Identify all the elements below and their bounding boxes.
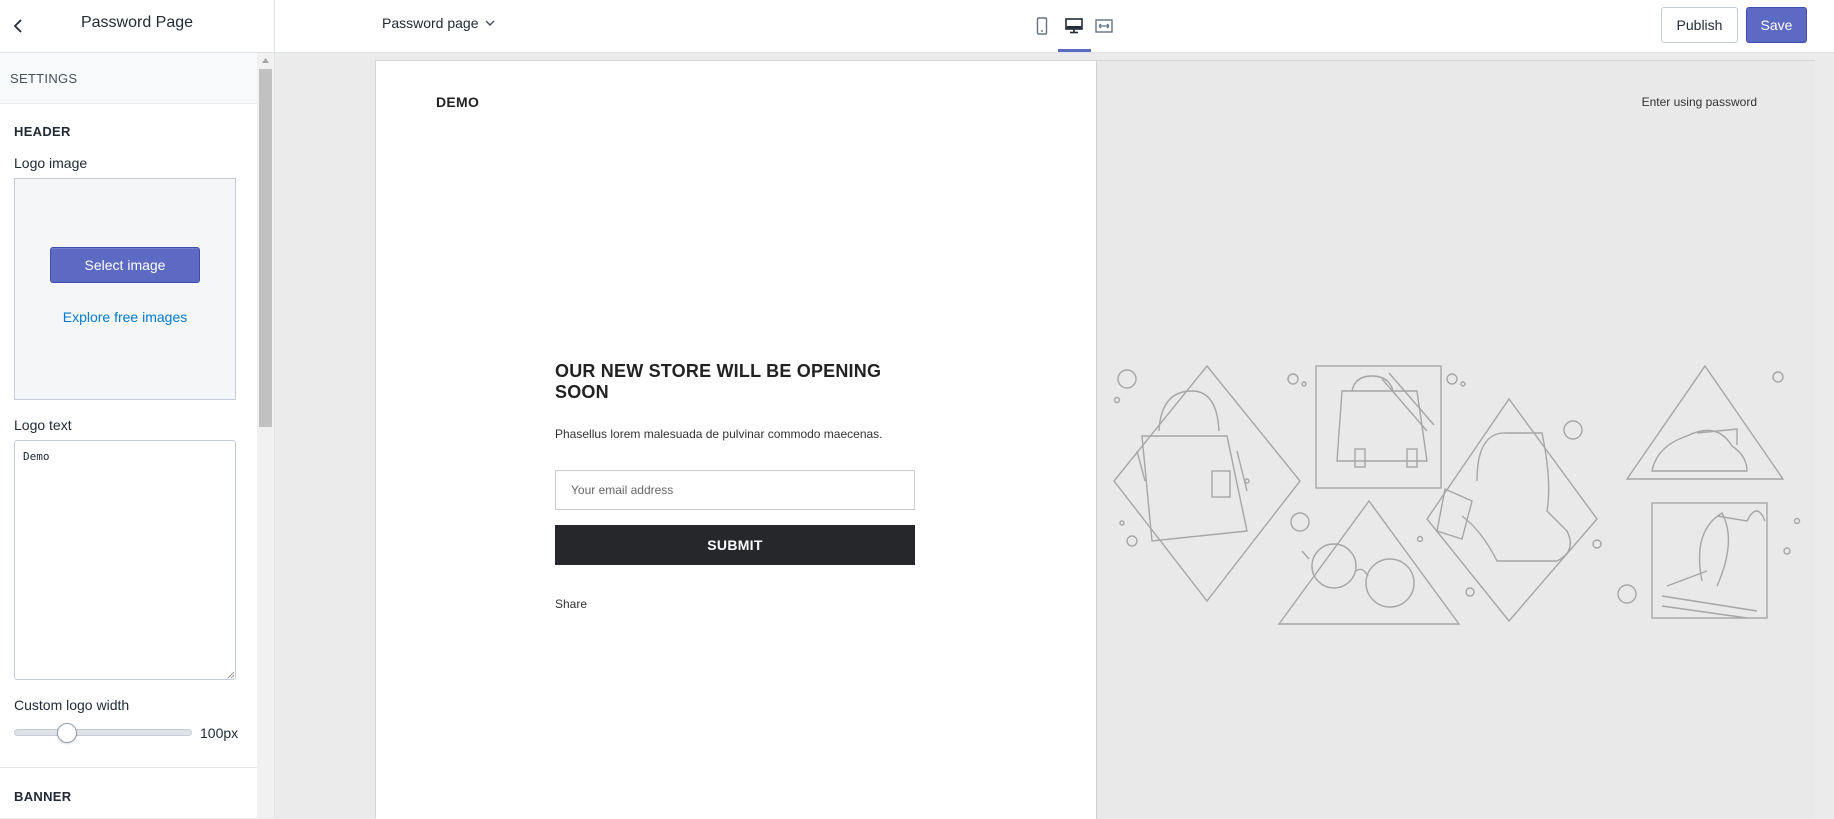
product-illustration: [1113, 364, 1801, 625]
sidebar-scrollbar[interactable]: [257, 53, 274, 818]
resize-grip-icon[interactable]: [225, 669, 235, 679]
mobile-icon: [1036, 17, 1048, 35]
theme-editor-sidebar: Password Page SETTINGS HEADER Logo image…: [0, 0, 275, 818]
save-button[interactable]: Save: [1746, 7, 1807, 43]
logo-width-value: 100px: [200, 725, 239, 741]
logo-image-picker: Select image Explore free images: [14, 178, 236, 400]
logo-text-label: Logo text: [14, 417, 72, 433]
scrollbar-thumb[interactable]: [259, 69, 272, 427]
opening-soon-subtext: Phasellus lorem malesuada de pulvinar co…: [555, 427, 883, 441]
expand-horizontal-icon: [1095, 19, 1113, 33]
header-section-title: HEADER: [14, 124, 71, 139]
logo-width-slider-thumb[interactable]: [56, 723, 77, 743]
sidebar-scroll-area: SETTINGS HEADER Logo image Select image …: [0, 53, 257, 818]
sidebar-header: Password Page: [0, 0, 274, 53]
illustration-panel: Enter using password: [1096, 61, 1815, 819]
store-logo[interactable]: DEMO: [436, 94, 479, 110]
mobile-view-button[interactable]: [1028, 12, 1056, 40]
desktop-view-button[interactable]: [1060, 12, 1088, 40]
share-link[interactable]: Share: [555, 597, 587, 611]
banner-section-title: BANNER: [14, 789, 72, 804]
select-image-button[interactable]: Select image: [50, 247, 200, 283]
settings-label: SETTINGS: [0, 53, 257, 104]
fullscreen-view-button[interactable]: [1090, 12, 1118, 40]
chevron-left-icon: [13, 19, 22, 33]
chevron-down-icon: [485, 20, 495, 26]
desktop-icon: [1065, 18, 1083, 34]
editor-topbar: Password page Publish Save: [275, 0, 1834, 53]
page-selector-dropdown[interactable]: Password page: [382, 15, 495, 31]
logo-text-field[interactable]: [14, 440, 236, 680]
active-device-indicator: [1058, 49, 1091, 52]
sidebar-title: Password Page: [80, 14, 194, 31]
email-input[interactable]: [555, 470, 915, 510]
opening-soon-heading: OUR NEW STORE WILL BE OPENING SOON: [555, 361, 882, 402]
logo-width-slider-track[interactable]: [14, 729, 192, 736]
explore-free-images-link[interactable]: Explore free images: [15, 309, 235, 325]
password-page-content: DEMO OUR NEW STORE WILL BE OPENING SOON …: [376, 61, 1096, 819]
logo-image-label: Logo image: [14, 155, 88, 171]
back-button[interactable]: [6, 14, 30, 38]
section-divider: [0, 767, 257, 768]
submit-button[interactable]: SUBMIT: [555, 525, 915, 565]
custom-logo-width-label: Custom logo width: [14, 697, 130, 713]
page-selector-label: Password page: [382, 15, 479, 31]
publish-button[interactable]: Publish: [1661, 7, 1738, 43]
scroll-up-arrow-icon[interactable]: [257, 53, 274, 67]
store-preview-frame: DEMO OUR NEW STORE WILL BE OPENING SOON …: [375, 60, 1815, 819]
